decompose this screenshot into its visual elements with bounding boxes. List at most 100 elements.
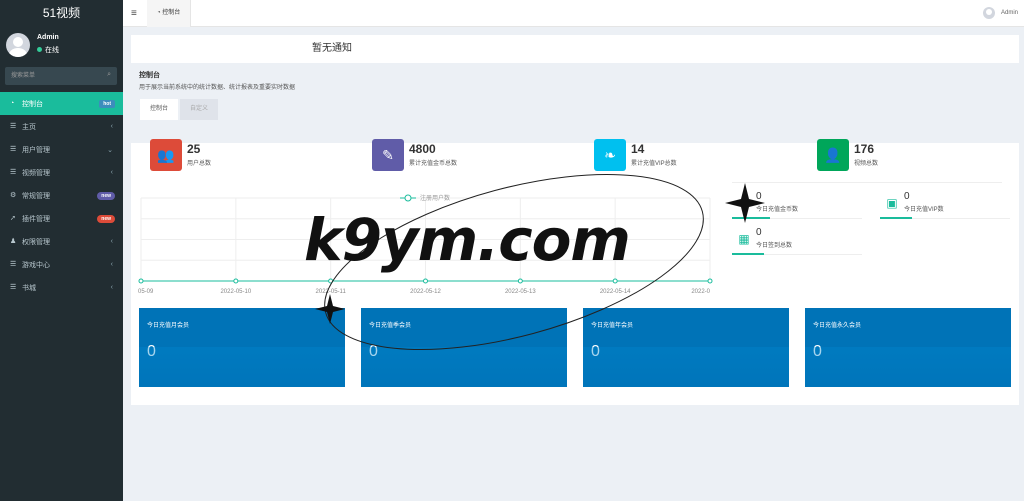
tab-console[interactable]: 控制台 [140, 99, 179, 120]
stat-vip: ❧ 14 累计充值VIP总数 [594, 139, 677, 171]
card-quarterly-member: 今日充值季会员 0 [361, 308, 567, 387]
notice-bar: 暂无通知 [131, 35, 1019, 63]
sidebar-item-label: 控制台 [22, 100, 43, 108]
id-card-icon: ▣ [886, 195, 898, 210]
stat-label: 累计充值VIP总数 [631, 161, 677, 167]
sidebar-item-label: 书城 [22, 284, 36, 292]
dashboard-icon: ◔ [10, 99, 15, 107]
user-icon: 👤 [817, 139, 849, 171]
sidebar-item-label: 视频管理 [22, 169, 50, 177]
data-point [233, 278, 239, 284]
chevron-left-icon: ‹ [110, 261, 113, 268]
sidebar-item-books[interactable]: ☰ 书城 ‹ [0, 276, 123, 299]
gears-icon: ⚙ [10, 191, 17, 199]
data-point [707, 278, 713, 284]
legend-label: 注册用户数 [420, 194, 450, 202]
avatar [6, 33, 30, 57]
stat-coins: ✎ 4800 累计充值金币总数 [372, 139, 457, 171]
hamburger-menu-icon[interactable]: ≡ [131, 8, 137, 19]
list-icon: ☰ [10, 122, 17, 130]
x-tick-label: 2022-05-14 [600, 289, 631, 295]
card-title: 今日充值月会员 [147, 323, 190, 329]
card-monthly-member: 今日充值月会员 0 [139, 308, 345, 387]
sidebar-item-label: 主页 [22, 123, 36, 131]
list-icon: ☰ [10, 145, 17, 153]
card-title: 今日充值季会员 [369, 323, 412, 329]
sidebar-item-label: 插件管理 [22, 215, 50, 223]
rocket-icon: ➚ [10, 214, 16, 222]
group-icon: ♟ [10, 237, 17, 245]
stat-label: 用户总数 [187, 161, 212, 167]
top-user-menu[interactable]: Admin [982, 7, 1018, 19]
sidebar-item-label: 游戏中心 [22, 261, 50, 269]
divider [770, 218, 862, 219]
stat-value: 176 [854, 142, 875, 156]
sidebar-item-dashboard[interactable]: ◔ 控制台 hot [0, 92, 123, 115]
chevron-down-icon: ⌄ [107, 146, 113, 154]
sidebar-item-general[interactable]: ⚙ 常规管理 new [0, 184, 123, 207]
avatar [982, 7, 995, 19]
side-stat-value: 0 [904, 191, 910, 202]
side-stat-checkin-today: ▦ 0 今日签到总数 [736, 227, 793, 250]
side-stat-coins-today: ⊜ 0 今日充值金币数 [736, 192, 798, 214]
data-point [138, 278, 144, 284]
card-title: 今日充值年会员 [591, 323, 634, 329]
list-icon: ☰ [10, 168, 17, 176]
sidebar-item-users[interactable]: ☰ 用户管理 ⌄ [0, 138, 123, 161]
online-dot-icon [37, 47, 42, 52]
data-point [328, 278, 334, 284]
sidebar-item-games[interactable]: ☰ 游戏中心 ‹ [0, 253, 123, 276]
new-badge: new [97, 214, 115, 223]
sidebar-item-home[interactable]: ☰ 主页 ‹ [0, 115, 123, 138]
search-input[interactable] [5, 67, 100, 85]
brand-title[interactable]: 51视频 [0, 0, 123, 27]
sidebar-item-label: 用户管理 [22, 146, 50, 154]
card-value: 0 [369, 343, 378, 360]
page-title: 控制台 [139, 72, 160, 79]
sidebar-menu: ◔ 控制台 hot ☰ 主页 ‹ ☰ 用户管理 ⌄ ☰ 视频管理 ‹ ⚙ 常规管… [0, 92, 123, 299]
tab-dashboard[interactable]: ◔ 控制台 [147, 0, 192, 27]
stat-label: 累计充值金币总数 [409, 161, 458, 167]
stat-value: 25 [187, 142, 201, 156]
x-tick-label: 2022-05-13 [505, 289, 536, 295]
sidebar: 51视频 Admin 在线 ⌕ ◔ 控制台 hot ☰ 主页 ‹ ☰ 用户管理 … [0, 0, 123, 501]
new-badge: new [97, 191, 115, 200]
chevron-left-icon: ‹ [110, 284, 113, 291]
divider [912, 218, 1010, 219]
stat-value: 14 [631, 142, 645, 156]
calendar-icon: ▦ [738, 231, 750, 246]
tab-custom[interactable]: 自定义 [180, 99, 219, 120]
card-title: 今日充值永久会员 [813, 323, 862, 329]
leaf-icon: ❧ [594, 139, 626, 171]
sidebar-item-videos[interactable]: ☰ 视频管理 ‹ [0, 161, 123, 184]
chevron-left-icon: ‹ [110, 169, 113, 176]
search-icon[interactable]: ⌕ [107, 71, 111, 79]
data-point [517, 278, 523, 284]
list-icon: ☰ [10, 283, 17, 291]
card-value: 0 [813, 343, 822, 360]
legend-marker [404, 194, 412, 202]
chevron-left-icon: ‹ [110, 123, 113, 130]
sidebar-item-label: 权限管理 [22, 238, 50, 246]
sidebar-item-permissions[interactable]: ♟ 权限管理 ‹ [0, 230, 123, 253]
top-navbar: ≡ ◔ 控制台 Admin [123, 0, 1024, 27]
user-name: Admin [37, 34, 59, 41]
divider [732, 182, 1002, 183]
side-stat-value: 0 [756, 227, 762, 238]
stat-videos: 👤 176 视频总数 [817, 139, 878, 171]
x-tick-label: 2022-0 [691, 289, 710, 295]
list-icon: ☰ [10, 260, 17, 268]
underline [880, 217, 912, 219]
sidebar-item-plugins[interactable]: ➚ 插件管理 new [0, 207, 123, 230]
sidebar-item-label: 常规管理 [22, 192, 50, 200]
user-status: 在线 [37, 45, 59, 55]
underline [732, 217, 770, 219]
hot-badge: hot [99, 99, 115, 108]
watermark-text: k9ym.com [304, 206, 631, 274]
content-tabs: 控制台 自定义 [140, 99, 1011, 120]
side-stat-label: 今日签到总数 [756, 243, 793, 249]
magic-icon: ✎ [372, 139, 404, 171]
page-header: 控制台 用于展示当前系统中的统计数据、统计报表及重要实时数据 控制台 自定义 [131, 63, 1019, 143]
chevron-left-icon: ‹ [110, 238, 113, 245]
card-lifetime-member: 今日充值永久会员 0 [805, 308, 1011, 387]
